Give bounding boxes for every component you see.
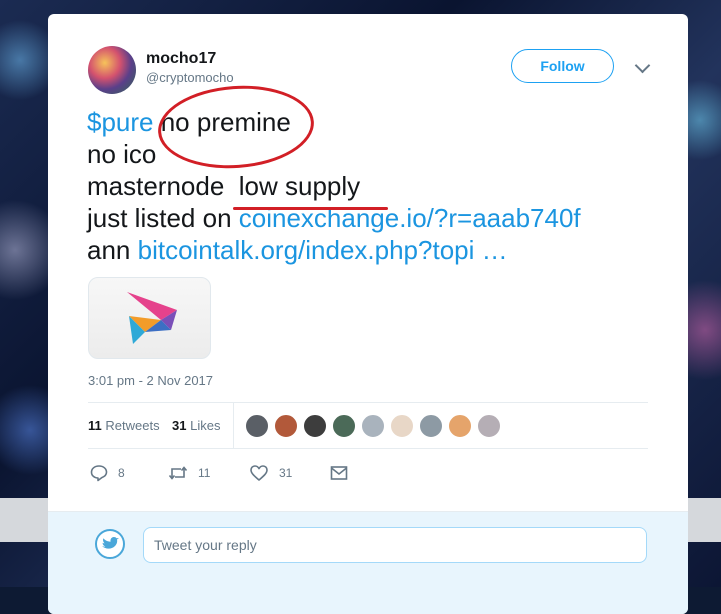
reply-button[interactable]: 8 bbox=[90, 462, 125, 484]
reply-area bbox=[48, 511, 688, 614]
like-count: 31 bbox=[279, 466, 293, 480]
likes-stat[interactable]: 31 Likes bbox=[172, 418, 220, 433]
liker-avatar[interactable] bbox=[390, 414, 414, 438]
bird-icon bbox=[102, 537, 119, 549]
liker-avatar[interactable] bbox=[477, 414, 501, 438]
cashtag-link[interactable]: $pure bbox=[87, 107, 154, 137]
reply-input[interactable] bbox=[143, 527, 647, 563]
author-names[interactable]: mocho17 @cryptomocho bbox=[146, 50, 234, 85]
retweets-label: Retweets bbox=[105, 418, 160, 433]
retweet-count: 11 bbox=[198, 466, 211, 480]
follow-button[interactable]: Follow bbox=[511, 49, 614, 83]
author-display-name[interactable]: mocho17 bbox=[146, 50, 234, 68]
reply-count: 8 bbox=[118, 466, 125, 480]
tweet-card: mocho17 @cryptomocho Follow $pure no pre… bbox=[48, 14, 688, 614]
tweet-actions: 8 11 31 bbox=[88, 462, 648, 486]
retweets-stat[interactable]: 11 Retweets bbox=[88, 418, 160, 433]
tweet-line-5: ann bitcointalk.org/index.php?topi … bbox=[87, 234, 667, 266]
tweet-line-5-text: ann bbox=[87, 235, 138, 265]
liker-avatar[interactable] bbox=[303, 414, 327, 438]
red-underline-annotation bbox=[233, 207, 388, 210]
liker-avatar[interactable] bbox=[419, 414, 443, 438]
retweets-count: 11 bbox=[88, 418, 102, 433]
tweet-timestamp[interactable]: 3:01 pm - 2 Nov 2017 bbox=[88, 373, 213, 388]
pure-logo-icon bbox=[126, 292, 177, 344]
envelope-icon bbox=[330, 466, 348, 480]
liker-avatar[interactable] bbox=[274, 414, 298, 438]
bitcointalk-link[interactable]: bitcointalk.org/index.php?topi … bbox=[138, 235, 508, 265]
tweet-line-3: masternode low supply bbox=[87, 171, 361, 201]
stats-divider bbox=[233, 403, 234, 448]
direct-message-button[interactable] bbox=[330, 462, 348, 484]
heart-icon bbox=[250, 465, 268, 481]
liker-avatar[interactable] bbox=[332, 414, 356, 438]
reply-user-avatar bbox=[95, 529, 125, 559]
retweet-button[interactable]: 11 bbox=[168, 462, 210, 484]
likes-label: Likes bbox=[190, 418, 221, 433]
chevron-down-icon[interactable] bbox=[634, 57, 651, 74]
liker-avatar[interactable] bbox=[245, 414, 269, 438]
tweet-header: mocho17 @cryptomocho Follow bbox=[88, 46, 651, 96]
likes-count: 31 bbox=[172, 418, 187, 433]
link-card-preview[interactable] bbox=[88, 277, 211, 359]
like-button[interactable]: 31 bbox=[249, 462, 292, 484]
reply-icon bbox=[90, 465, 108, 482]
tweet-stats: 11 Retweets 31 Likes bbox=[88, 402, 648, 449]
tweet-line-4-text: just listed on bbox=[87, 203, 239, 233]
author-handle[interactable]: @cryptomocho bbox=[146, 70, 234, 85]
avatar[interactable] bbox=[88, 46, 136, 94]
retweet-icon bbox=[168, 466, 188, 480]
liker-avatar[interactable] bbox=[448, 414, 472, 438]
liker-avatar[interactable] bbox=[361, 414, 385, 438]
